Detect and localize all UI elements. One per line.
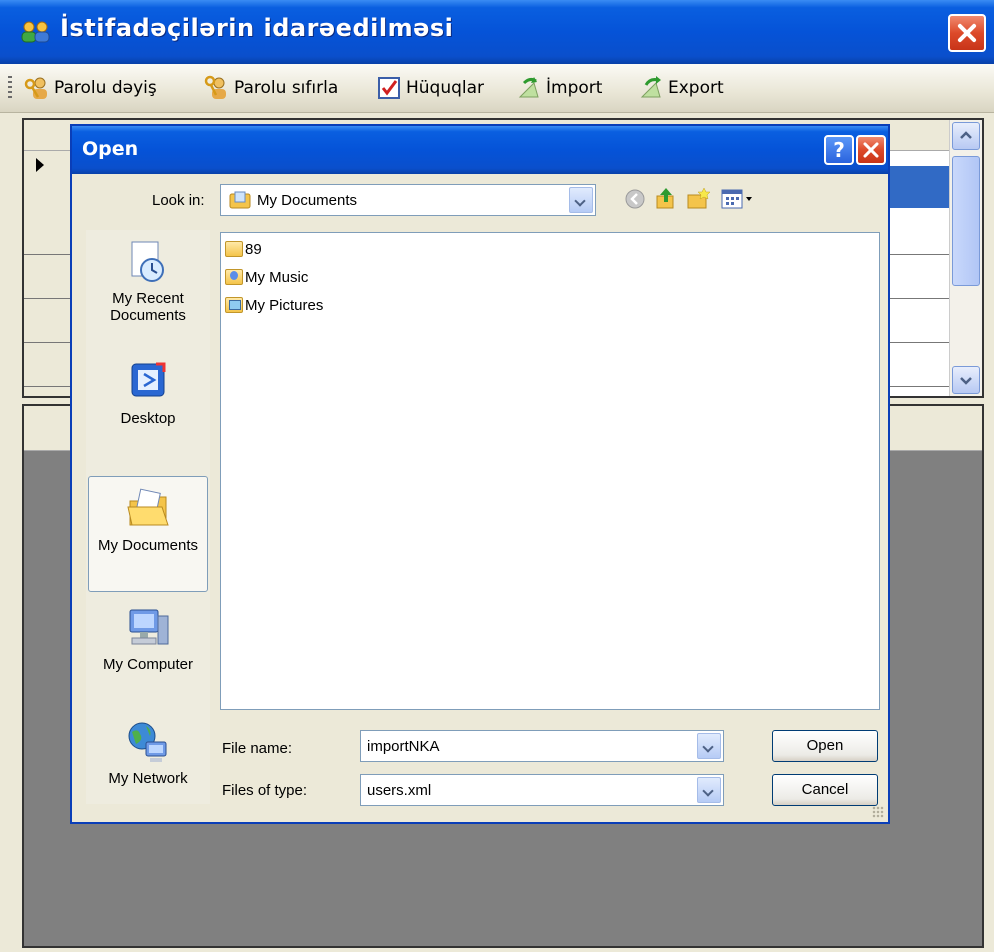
chevron-down-icon[interactable] [697, 777, 721, 803]
toolbar: Parolu dəyiş Parolu sıfırla Hüquqlar İmp… [0, 64, 994, 113]
place-desktop[interactable]: Desktop [88, 360, 208, 427]
toolbar-grip[interactable] [8, 76, 12, 100]
title-bar[interactable]: İstifadəçilərin idarəedilməsi [0, 0, 994, 64]
toolbar-label: Export [668, 78, 724, 98]
place-my-computer[interactable]: My Computer [88, 606, 208, 673]
place-label: Desktop [120, 410, 176, 427]
file-name-label: File name: [222, 740, 293, 757]
file-item[interactable]: 89 [225, 239, 262, 259]
my-documents-icon [126, 487, 170, 531]
row-header-column [24, 120, 71, 396]
place-my-recent-documents[interactable]: My Recent Documents [88, 240, 208, 324]
back-icon[interactable] [624, 188, 646, 210]
export-icon [638, 75, 664, 101]
look-in-value: My Documents [257, 192, 358, 209]
file-type-select[interactable]: users.xml [360, 774, 724, 806]
file-list[interactable]: 89 My Music My Pictures [220, 232, 880, 710]
place-label: My Computer [102, 656, 194, 673]
window-title: İstifadəçilərin idarəedilməsi [60, 14, 454, 42]
file-item[interactable]: My Pictures [225, 295, 323, 315]
file-type-value: users.xml [367, 782, 432, 799]
scroll-thumb[interactable] [952, 156, 980, 286]
file-item[interactable]: My Music [225, 267, 308, 287]
users-icon [20, 20, 52, 44]
toolbar-label: Parolu dəyiş [54, 78, 157, 98]
folder-icon [225, 241, 243, 257]
current-row-arrow-icon [36, 158, 44, 172]
chevron-down-icon[interactable] [569, 187, 593, 213]
look-in-combo[interactable]: My Documents [220, 184, 596, 216]
look-in-label: Look in: [152, 192, 205, 209]
pictures-folder-icon [225, 297, 243, 313]
reset-password-button[interactable]: Parolu sıfırla [204, 74, 338, 102]
place-my-documents[interactable]: My Documents [88, 476, 208, 592]
dialog-title: Open [82, 138, 139, 160]
change-password-button[interactable]: Parolu dəyiş [24, 74, 157, 102]
open-button[interactable]: Open [772, 730, 878, 762]
places-bar: My Recent Documents Desktop My Documents… [86, 230, 210, 804]
permissions-button[interactable]: Hüquqlar [376, 74, 484, 102]
my-network-icon [126, 720, 170, 764]
place-label: My Network [108, 770, 188, 787]
dialog-close-button[interactable] [856, 135, 886, 165]
key-reset-icon [204, 75, 230, 101]
toolbar-label: Parolu sıfırla [234, 78, 339, 98]
my-computer-icon [126, 606, 170, 650]
toolbar-label: Hüquqlar [406, 78, 485, 98]
main-window: İstifadəçilərin idarəedilməsi Parolu dəy… [0, 0, 994, 952]
help-button[interactable]: ? [824, 135, 854, 165]
scroll-up-button[interactable] [952, 122, 980, 150]
scroll-down-button[interactable] [952, 366, 980, 394]
file-name-value: importNKA [367, 738, 440, 755]
music-folder-icon [225, 269, 243, 285]
import-button[interactable]: İmport [516, 74, 602, 102]
views-menu-icon[interactable] [720, 188, 754, 210]
place-my-network[interactable]: My Network [88, 720, 208, 787]
resize-grip-icon[interactable] [872, 806, 884, 818]
selected-row[interactable] [890, 166, 950, 208]
dialog-title-bar[interactable]: Open ? [72, 126, 888, 174]
chevron-down-icon[interactable] [697, 733, 721, 759]
file-type-label: Files of type: [222, 782, 308, 799]
file-name-input[interactable]: importNKA [360, 730, 724, 762]
desktop-icon [126, 360, 170, 404]
my-documents-small-icon [229, 191, 251, 209]
open-file-dialog: Open ? Look in: My Documents My Recent D… [70, 124, 890, 824]
import-icon [516, 75, 542, 101]
cancel-button[interactable]: Cancel [772, 774, 878, 806]
place-label: My Documents [97, 537, 199, 554]
recent-documents-icon [126, 240, 170, 284]
file-name: 89 [245, 240, 262, 258]
close-button[interactable] [948, 14, 986, 52]
up-folder-icon[interactable] [654, 186, 678, 210]
file-name: My Music [245, 268, 309, 286]
place-label: My Recent Documents [110, 290, 186, 324]
vertical-scrollbar[interactable] [949, 120, 982, 396]
file-name: My Pictures [245, 296, 324, 314]
export-button[interactable]: Export [638, 74, 724, 102]
key-user-icon [24, 75, 50, 101]
checkbox-doc-icon [376, 75, 402, 101]
toolbar-label: İmport [546, 78, 603, 98]
new-folder-icon[interactable] [686, 186, 711, 210]
